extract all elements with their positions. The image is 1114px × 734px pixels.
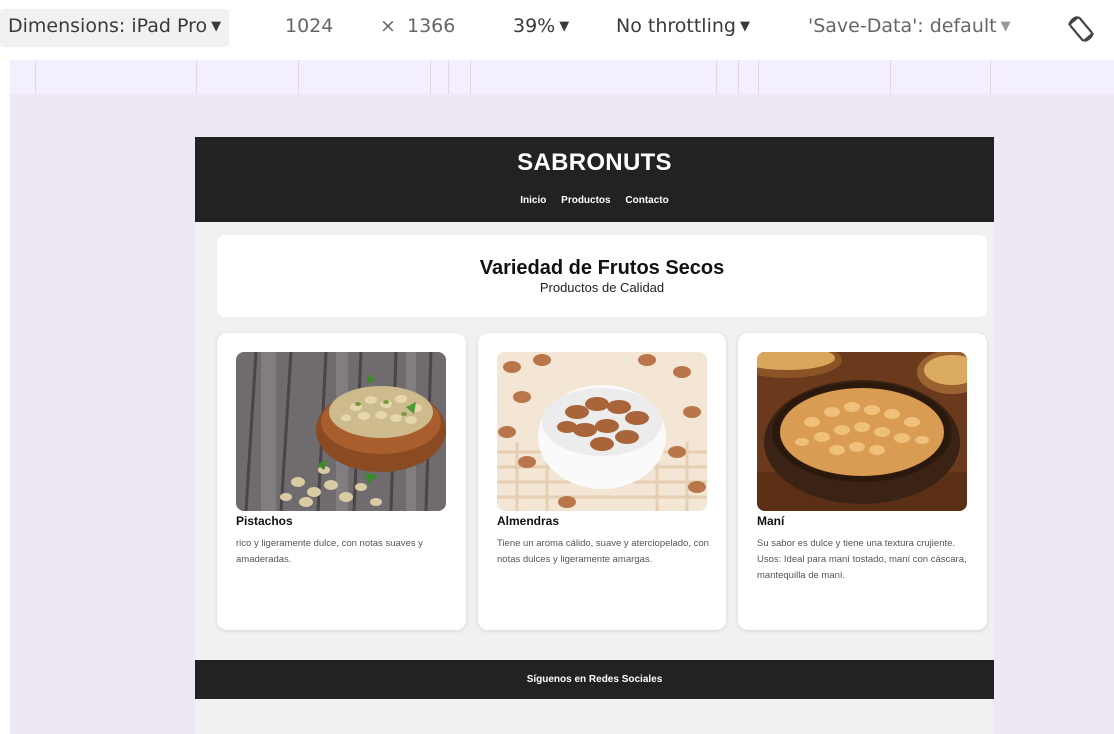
page-viewport: SABRONUTS Inicio Productos Contacto Vari… bbox=[195, 137, 994, 734]
save-data-caret-icon: ▼ bbox=[1000, 19, 1011, 34]
product-name: Pistachos bbox=[236, 514, 293, 528]
media-query-marker bbox=[298, 60, 299, 94]
almond-image bbox=[497, 352, 707, 511]
media-query-marker bbox=[758, 60, 759, 94]
dimensions-caret-icon: ▼ bbox=[211, 19, 222, 34]
save-data-dropdown[interactable]: 'Save-Data': default ▼ bbox=[808, 15, 1011, 40]
product-card-almendras[interactable]: Almendras Tiene un aroma cálido, suave y… bbox=[478, 333, 726, 630]
media-query-marker bbox=[890, 60, 891, 94]
peanut-image bbox=[757, 352, 967, 511]
throttling-dropdown[interactable]: No throttling ▼ bbox=[616, 15, 750, 40]
media-query-marker bbox=[716, 60, 717, 94]
dimensions-dropdown[interactable]: Dimensions: iPad Pro ▼ bbox=[0, 9, 230, 47]
nav-link-inicio[interactable]: Inicio bbox=[520, 195, 546, 206]
pistachio-image bbox=[236, 352, 446, 511]
device-toolbar: Dimensions: iPad Pro ▼ 1024 × 1366 39% ▼ N… bbox=[0, 0, 1114, 62]
hero-banner: Variedad de Frutos Secos Productos de Ca… bbox=[217, 235, 987, 317]
media-query-marker bbox=[196, 60, 197, 94]
product-description: rico y ligeramente dulce, con notas suav… bbox=[236, 538, 423, 565]
product-description: Su sabor es dulce y tiene una textura cr… bbox=[757, 538, 967, 581]
nav-link-contacto[interactable]: Contacto bbox=[625, 195, 668, 206]
media-query-marker bbox=[430, 60, 431, 94]
product-name: Almendras bbox=[497, 514, 560, 528]
zoom-label: 39% bbox=[513, 15, 556, 37]
media-query-marker bbox=[738, 60, 739, 94]
social-link[interactable]: Síguenos en Redes Sociales bbox=[527, 674, 663, 685]
product-card-pistachos[interactable]: Pistachos rico y ligeramente dulce, con … bbox=[217, 333, 466, 630]
height-input[interactable]: 1366 bbox=[407, 15, 455, 37]
throttling-caret-icon: ▼ bbox=[739, 19, 750, 34]
media-query-marker bbox=[990, 60, 991, 94]
site-header: SABRONUTS Inicio Productos Contacto bbox=[195, 137, 994, 222]
product-card-mani[interactable]: Maní Su sabor es dulce y tiene una textu… bbox=[738, 333, 987, 630]
site-footer: Síguenos en Redes Sociales bbox=[195, 660, 994, 699]
site-nav: Inicio Productos Contacto bbox=[195, 195, 994, 206]
dimensions-label: Dimensions: iPad Pro bbox=[8, 15, 208, 37]
save-data-label: 'Save-Data': default bbox=[808, 15, 997, 37]
site-title: SABRONUTS bbox=[517, 149, 672, 176]
zoom-caret-icon: ▼ bbox=[559, 19, 570, 34]
media-query-bar[interactable] bbox=[10, 60, 1114, 94]
media-query-marker bbox=[35, 60, 36, 94]
zoom-dropdown[interactable]: 39% ▼ bbox=[513, 15, 569, 40]
nav-link-productos[interactable]: Productos bbox=[561, 195, 610, 206]
hero-title: Variedad de Frutos Secos bbox=[479, 257, 725, 279]
times-symbol: × bbox=[380, 15, 396, 37]
rotate-icon[interactable] bbox=[1064, 12, 1098, 46]
hero-subtitle: Productos de Calidad bbox=[539, 280, 665, 295]
product-description: Tiene un aroma cálido, suave y aterciope… bbox=[497, 538, 709, 565]
media-query-marker bbox=[470, 60, 471, 94]
product-name: Maní bbox=[757, 514, 785, 528]
width-input[interactable]: 1024 bbox=[285, 15, 333, 37]
throttling-label: No throttling bbox=[616, 15, 736, 37]
media-query-marker bbox=[448, 60, 449, 94]
